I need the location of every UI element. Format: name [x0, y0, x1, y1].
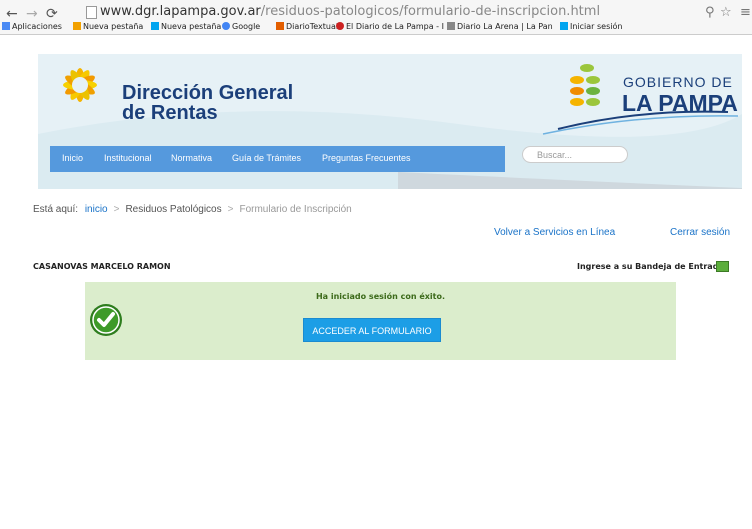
success-panel: Ha iniciado sesión con éxito. ACCEDER AL…	[85, 282, 676, 360]
bookmark-diariotextual[interactable]: DiarioTextual	[276, 22, 338, 31]
inbox-link[interactable]: Ingrese a su Bandeja de Entrada	[577, 262, 724, 271]
page-icon	[86, 6, 97, 19]
search-input[interactable]: Buscar...	[522, 146, 628, 163]
url-path: /residuos-patologicos/formulario-de-insc…	[260, 4, 601, 19]
bookmark-nueva-pestana-1[interactable]: Nueva pestaña	[73, 22, 143, 31]
windows-icon	[560, 22, 568, 30]
browser-chrome: ← → ⟳ www.dgr.lapampa.gov.ar/residuos-pa…	[0, 0, 752, 35]
bookmark-iniciar-sesion[interactable]: Iniciar sesión	[560, 22, 622, 31]
gobierno-line-2: LA PAMPA	[622, 90, 738, 116]
breadcrumb-separator: >	[227, 204, 234, 215]
bookmarks-bar: Aplicaciones Nueva pestaña Nueva pestaña…	[0, 21, 752, 34]
back-arrow-icon[interactable]: ←	[6, 6, 18, 22]
diario-la-pampa-icon	[336, 22, 344, 30]
mail-icon[interactable]	[716, 261, 729, 272]
apps-icon	[2, 22, 10, 30]
menu-item-guia-tramites[interactable]: Guía de Trámites	[232, 153, 301, 163]
address-bar[interactable]: www.dgr.lapampa.gov.ar/residuos-patologi…	[100, 4, 720, 20]
gobierno-line-1: GOBIERNO DE	[623, 74, 733, 90]
pb-icon	[73, 22, 81, 30]
google-icon	[222, 22, 230, 30]
checkmark-icon	[90, 304, 122, 336]
url-domain: www.dgr.lapampa.gov.ar	[100, 4, 261, 19]
breadcrumb-separator: >	[113, 204, 120, 215]
breadcrumb: Está aquí: inicio > Residuos Patológicos > F…	[33, 204, 352, 215]
menu-icon[interactable]: ≡	[740, 5, 751, 20]
bookmark-nueva-pestana-2[interactable]: Nueva pestaña	[151, 22, 221, 31]
main-menu: Inicio Institucional Normativa Guía de T…	[50, 146, 505, 172]
success-message: Ha iniciado sesión con éxito.	[315, 292, 446, 301]
back-to-services-link[interactable]: Volver a Servicios en Línea	[494, 227, 615, 238]
bookmark-diario-la-arena[interactable]: Diario La Arena | La Pan	[447, 22, 553, 31]
forward-arrow-icon[interactable]: →	[26, 6, 38, 22]
extension-icon[interactable]: ⚲	[705, 5, 715, 20]
breadcrumb-label: Está aquí:	[33, 204, 79, 215]
star-icon[interactable]: ☆	[720, 5, 732, 20]
reload-icon[interactable]: ⟳	[46, 6, 58, 22]
gobierno-logo-icon	[570, 64, 600, 106]
sun-logo-icon	[63, 68, 97, 102]
logout-link[interactable]: Cerrar sesión	[670, 227, 730, 238]
bookmark-google[interactable]: Google	[222, 22, 260, 31]
bookmark-apps[interactable]: Aplicaciones	[2, 22, 62, 31]
site-logo-text[interactable]: Dirección General de Rentas	[122, 83, 293, 123]
menu-item-preguntas-frecuentes[interactable]: Preguntas Frecuentes	[322, 153, 411, 163]
diariotextual-icon	[276, 22, 284, 30]
menu-item-normativa[interactable]: Normativa	[171, 153, 212, 163]
menu-item-institucional[interactable]: Institucional	[104, 153, 152, 163]
logo-line-2: de Rentas	[122, 102, 218, 124]
windows-icon	[151, 22, 159, 30]
access-form-button[interactable]: ACCEDER AL FORMULARIO	[303, 318, 441, 342]
logo-line-1: Dirección General	[122, 82, 294, 104]
bookmark-diario-la-pampa[interactable]: El Diario de La Pampa - I	[336, 22, 444, 31]
breadcrumb-residuos[interactable]: Residuos Patológicos	[125, 204, 221, 215]
diario-la-arena-icon	[447, 22, 455, 30]
menu-item-inicio[interactable]: Inicio	[62, 153, 83, 163]
breadcrumb-current: Formulario de Inscripción	[239, 204, 352, 215]
breadcrumb-inicio[interactable]: inicio	[85, 204, 108, 215]
user-name: CASANOVAS MARCELO RAMON	[33, 262, 171, 271]
